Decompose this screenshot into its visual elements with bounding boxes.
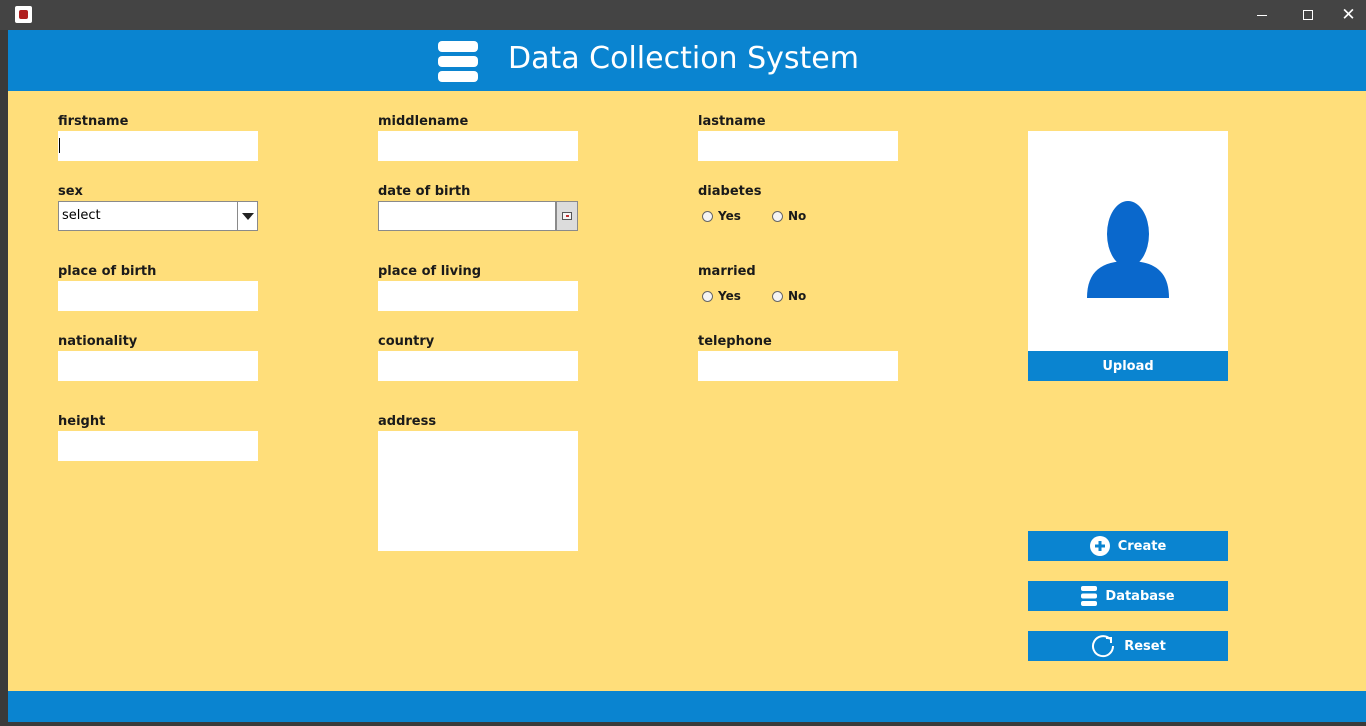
plus-circle-icon (1089, 536, 1110, 556)
married-no-label: No (788, 289, 807, 303)
reset-button[interactable]: Reset (1028, 631, 1228, 661)
married-no-radio[interactable] (772, 290, 783, 302)
telephone-label: telephone (698, 334, 772, 349)
upload-button[interactable]: Upload (1028, 351, 1228, 381)
diabetes-no-label: No (788, 209, 807, 223)
address-label: address (378, 414, 437, 429)
date-of-birth-field[interactable] (378, 201, 556, 231)
diabetes-label: diabetes (698, 184, 762, 199)
diabetes-no-radio[interactable] (772, 210, 783, 222)
nationality-label: nationality (58, 334, 138, 349)
married-no-option[interactable]: No (772, 288, 806, 304)
place-of-living-label: place of living (378, 264, 482, 279)
married-label: married (698, 264, 756, 279)
minimize-icon (1257, 14, 1267, 16)
database-button[interactable]: Database (1028, 581, 1228, 611)
sex-label: sex (58, 184, 83, 199)
app-icon (15, 6, 32, 23)
create-button-label: Create (1117, 538, 1167, 554)
reset-button-label: Reset (1124, 638, 1166, 654)
sex-select[interactable]: select (58, 201, 258, 231)
header-bar: Data Collection System (8, 30, 1366, 91)
diabetes-yes-option[interactable]: Yes (702, 208, 741, 224)
photo-panel (1028, 131, 1228, 351)
country-field[interactable] (378, 351, 578, 381)
refresh-icon (1090, 633, 1116, 659)
date-picker-button[interactable] (556, 201, 578, 231)
place-of-birth-label: place of birth (58, 264, 157, 279)
place-of-birth-field[interactable] (58, 281, 258, 311)
database-icon (438, 41, 478, 83)
person-icon (1087, 201, 1169, 298)
place-of-living-field[interactable] (378, 281, 578, 311)
maximize-button[interactable] (1285, 0, 1331, 30)
address-field[interactable] (378, 431, 578, 551)
date-of-birth-label: date of birth (378, 184, 471, 199)
minimize-button[interactable] (1239, 0, 1285, 30)
nationality-field[interactable] (58, 351, 258, 381)
middlename-field[interactable] (378, 131, 578, 161)
dropdown-arrow-button[interactable] (237, 202, 257, 230)
lastname-field[interactable] (698, 131, 898, 161)
maximize-icon (1303, 10, 1313, 20)
married-yes-radio[interactable] (702, 290, 713, 302)
lastname-label: lastname (698, 114, 766, 129)
text-caret (59, 138, 60, 153)
create-button[interactable]: Create (1028, 531, 1228, 561)
database-button-label: Database (1105, 588, 1175, 604)
telephone-field[interactable] (698, 351, 898, 381)
upload-button-label: Upload (1102, 358, 1154, 374)
calendar-icon (562, 212, 572, 220)
height-label: height (58, 414, 106, 429)
middlename-label: middlename (378, 114, 469, 129)
main-frame: Data Collection System firstname sex sel… (8, 30, 1366, 722)
footer-bar (8, 691, 1366, 722)
country-label: country (378, 334, 435, 349)
sex-select-value: select (62, 208, 101, 223)
firstname-label: firstname (58, 114, 129, 129)
married-yes-label: Yes (718, 289, 741, 303)
married-yes-option[interactable]: Yes (702, 288, 741, 304)
page-title: Data Collection System (508, 41, 859, 76)
chevron-down-icon (241, 212, 254, 220)
window-title-bar: ✕ (0, 0, 1366, 30)
database-icon (1081, 586, 1098, 606)
diabetes-yes-label: Yes (718, 209, 741, 223)
diabetes-yes-radio[interactable] (702, 210, 713, 222)
firstname-field[interactable] (58, 131, 258, 161)
close-button[interactable]: ✕ (1331, 0, 1366, 30)
diabetes-no-option[interactable]: No (772, 208, 806, 224)
close-icon: ✕ (1341, 5, 1356, 25)
height-field[interactable] (58, 431, 258, 461)
